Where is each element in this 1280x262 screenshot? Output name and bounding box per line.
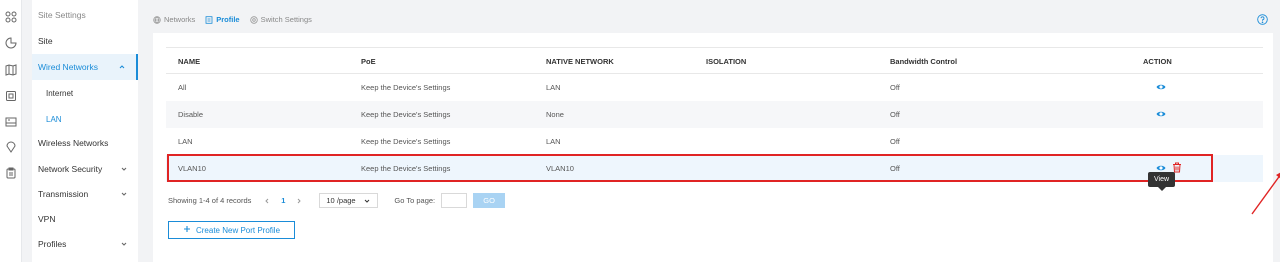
tab-networks[interactable]: Networks	[153, 15, 195, 24]
chevron-down-icon	[120, 190, 128, 198]
sidebar-item-internet[interactable]: Internet	[32, 80, 138, 106]
tab-label: Switch Settings	[260, 15, 312, 24]
sidebar-item-label: Wireless Networks	[38, 138, 109, 148]
table-row: LAN Keep the Device's Settings LAN Off	[166, 128, 1263, 155]
column-header-isolation: ISOLATION	[706, 57, 747, 66]
cell-native-network: LAN	[546, 83, 561, 92]
chart-icon[interactable]	[5, 37, 17, 49]
sidebar-item-label: VPN	[38, 214, 56, 224]
sidebar-item-label: Profiles	[38, 239, 67, 249]
go-button[interactable]: GO	[473, 193, 506, 208]
tab-switch-settings[interactable]: Switch Settings	[249, 15, 312, 24]
sidebar-item-lan[interactable]: LAN	[32, 106, 138, 132]
chevron-down-icon	[120, 240, 128, 248]
column-header-name: NAME	[178, 57, 201, 66]
profile-icon	[205, 15, 213, 24]
tab-bar: Networks Profile Switch Settings	[153, 15, 312, 24]
pagination: Showing 1-4 of 4 records 1 10 /page Go T…	[168, 193, 506, 208]
chevron-down-icon	[363, 197, 371, 205]
map-icon[interactable]	[5, 64, 17, 76]
cell-bandwidth: Off	[890, 83, 900, 92]
tab-label: Profile	[216, 15, 240, 24]
sidebar-item-wired-networks[interactable]: Wired Networks	[32, 54, 138, 80]
sidebar-item-label: LAN	[46, 114, 62, 124]
create-button-label: Create New Port Profile	[195, 225, 281, 235]
sidebar-item-wireless-networks[interactable]: Wireless Networks	[32, 130, 138, 156]
main-content: Networks Profile Switch Settings NAME Po…	[138, 0, 1280, 262]
cell-name: LAN	[178, 137, 193, 146]
column-header-native-network: NATIVE NETWORK	[546, 57, 614, 66]
sidebar-item-site-settings[interactable]: Site Settings	[32, 2, 138, 28]
pagination-summary: Showing 1-4 of 4 records	[168, 196, 252, 205]
sidebar: Site Settings Site Wired Networks Intern…	[32, 0, 138, 262]
table-row: All Keep the Device's Settings LAN Off	[166, 74, 1263, 101]
sidebar-item-site[interactable]: Site	[32, 28, 138, 54]
sidebar-item-label: Site	[38, 36, 53, 46]
help-icon[interactable]	[1257, 14, 1268, 25]
icon-rail	[0, 0, 22, 262]
network-icon	[153, 15, 161, 24]
cell-poe: Keep the Device's Settings	[361, 83, 451, 92]
cell-native-network: LAN	[546, 137, 561, 146]
device-icon[interactable]	[5, 90, 17, 102]
sidebar-item-network-security[interactable]: Network Security	[32, 156, 138, 182]
gateway-icon[interactable]	[5, 116, 17, 128]
prev-page-button[interactable]	[261, 195, 273, 207]
location-icon[interactable]	[5, 141, 17, 153]
profile-table-card: NAME PoE NATIVE NETWORK ISOLATION Bandwi…	[153, 33, 1273, 262]
annotation-arrow	[1251, 172, 1280, 215]
chevron-up-icon	[118, 63, 126, 71]
view-icon[interactable]	[1156, 82, 1166, 92]
highlight-box	[167, 154, 1213, 182]
tooltip-arrow	[1158, 187, 1166, 191]
chevron-down-icon	[120, 165, 128, 173]
cell-name: All	[178, 83, 187, 92]
sidebar-item-label: Transmission	[38, 189, 89, 199]
column-header-bandwidth-control: Bandwidth Control	[890, 57, 958, 66]
cell-native-network: None	[546, 110, 564, 119]
plus-icon	[183, 225, 191, 235]
sidebar-item-vpn[interactable]: VPN	[32, 206, 138, 232]
current-page[interactable]: 1	[277, 196, 289, 205]
apps-icon[interactable]	[5, 11, 17, 23]
view-tooltip: View	[1148, 172, 1175, 187]
cell-bandwidth: Off	[890, 110, 900, 119]
column-header-poe: PoE	[361, 57, 376, 66]
per-page-value: 10 /page	[326, 196, 356, 205]
tab-label: Networks	[164, 15, 196, 24]
sidebar-item-label: Internet	[46, 88, 74, 98]
per-page-select[interactable]: 10 /page	[319, 193, 379, 208]
column-header-action: ACTION	[1143, 57, 1172, 66]
goto-label: Go To page:	[394, 196, 436, 205]
goto-page-input[interactable]	[441, 193, 468, 208]
sidebar-item-label: Network Security	[38, 164, 103, 174]
sidebar-item-label: Site Settings	[38, 10, 86, 20]
cell-bandwidth: Off	[890, 137, 900, 146]
sidebar-item-label: Wired Networks	[38, 62, 98, 72]
tab-profile[interactable]: Profile	[205, 15, 240, 24]
sidebar-item-profiles[interactable]: Profiles	[32, 231, 138, 257]
table-header: NAME PoE NATIVE NETWORK ISOLATION Bandwi…	[166, 47, 1263, 74]
view-icon[interactable]	[1156, 109, 1166, 119]
cell-poe: Keep the Device's Settings	[361, 137, 451, 146]
create-port-profile-button[interactable]: Create New Port Profile	[168, 221, 295, 239]
table-row: Disable Keep the Device's Settings None …	[166, 101, 1263, 128]
sidebar-item-transmission[interactable]: Transmission	[32, 181, 138, 207]
clipboard-icon[interactable]	[5, 167, 17, 179]
cell-poe: Keep the Device's Settings	[361, 110, 451, 119]
cell-name: Disable	[178, 110, 204, 119]
switch-settings-icon	[249, 15, 258, 24]
next-page-button[interactable]	[293, 195, 305, 207]
